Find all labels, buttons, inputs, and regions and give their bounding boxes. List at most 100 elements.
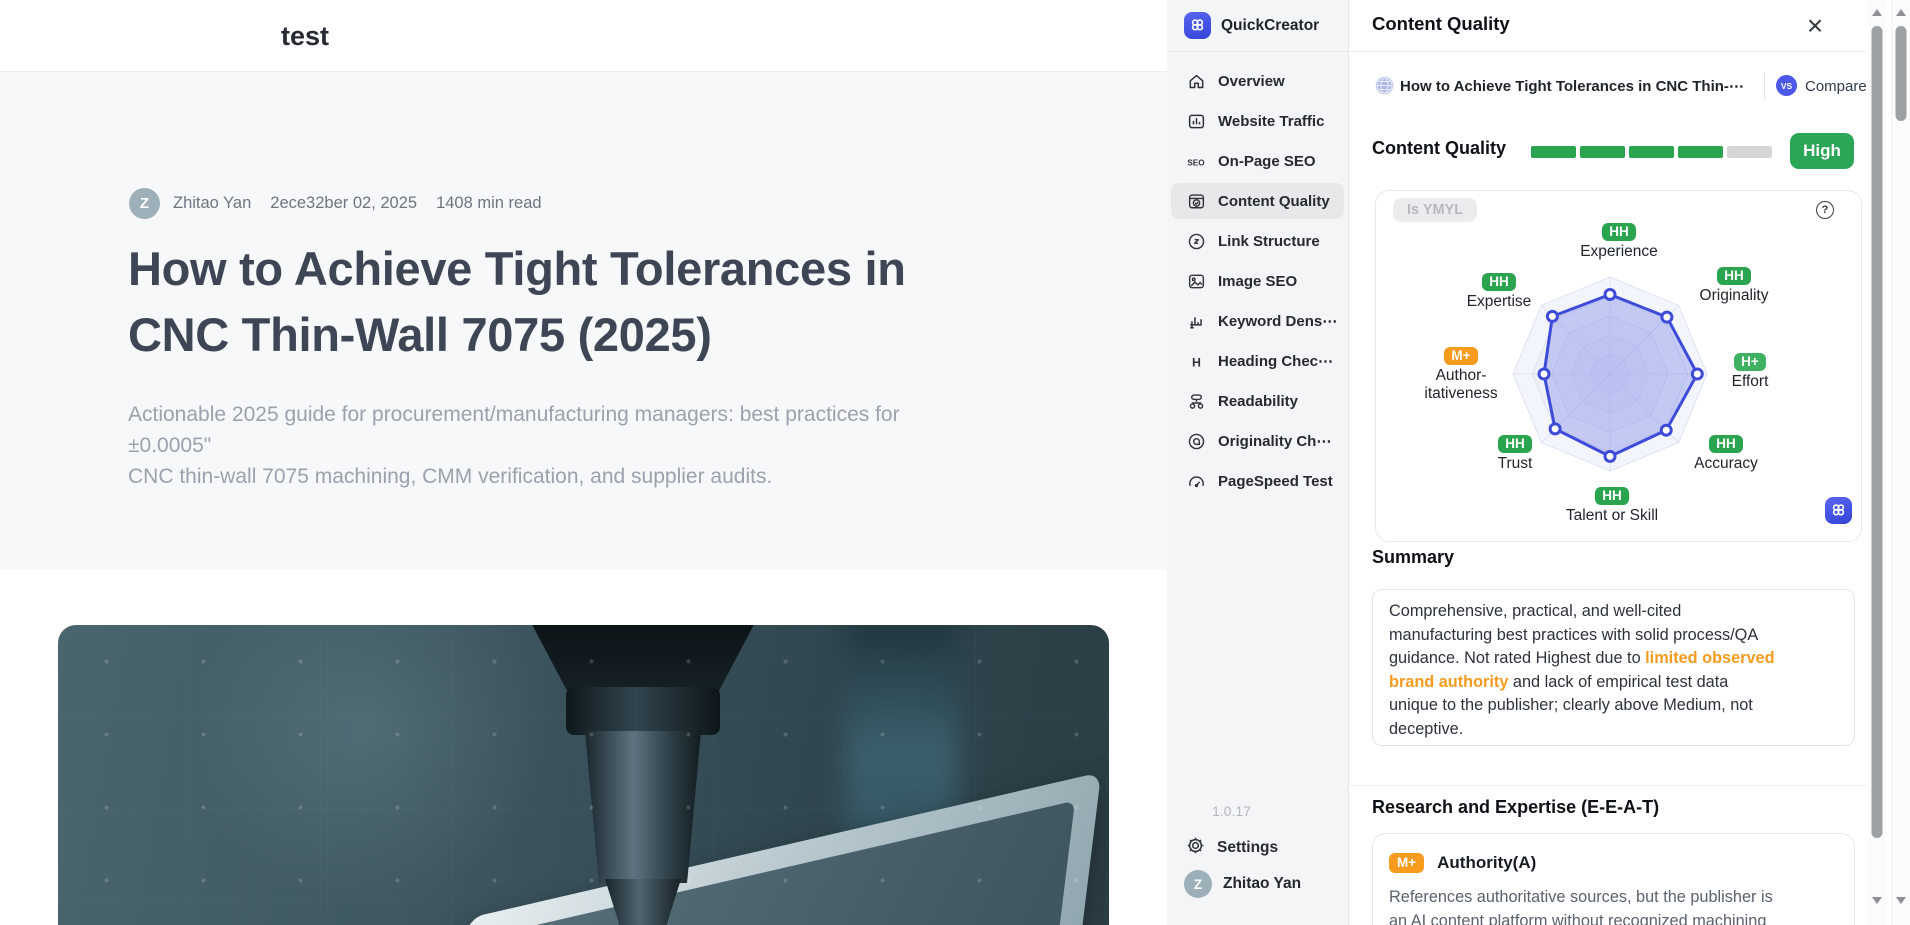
summary-text: Comprehensive, practical, and well-cited… bbox=[1372, 589, 1855, 746]
sidebar-item-image-seo[interactable]: Image SEO bbox=[1167, 261, 1348, 301]
divider bbox=[1764, 72, 1765, 99]
article-title-line: CNC Thin-Wall 7075 (2025) bbox=[128, 302, 1058, 368]
heading-icon: H bbox=[1186, 351, 1206, 371]
sidebar-item-label: On-Page SEO bbox=[1218, 153, 1316, 170]
author-avatar: Z bbox=[129, 188, 160, 219]
score-segment-empty bbox=[1727, 146, 1772, 158]
sidebar-item-readability[interactable]: Readability bbox=[1167, 381, 1348, 421]
settings-label: Settings bbox=[1217, 839, 1278, 857]
panel-scrollbar bbox=[1868, 0, 1886, 925]
version-label: 1.0.17 bbox=[1212, 803, 1251, 819]
sidebar-item-settings[interactable]: Settings bbox=[1186, 836, 1278, 860]
quality-icon bbox=[1186, 191, 1206, 211]
extension-sidebar: QuickCreator OverviewWebsite TrafficSEOO… bbox=[1167, 0, 1349, 925]
panel-header: Content Quality × bbox=[1350, 0, 1866, 52]
article-subtitle: Actionable 2025 guide for procurement/ma… bbox=[128, 399, 988, 492]
site-header: test bbox=[0, 0, 1168, 72]
article-title-line: How to Achieve Tight Tolerances in bbox=[128, 236, 1058, 302]
axis-name: Trust bbox=[1445, 455, 1585, 473]
svg-text:SEO: SEO bbox=[1187, 158, 1205, 167]
score-level-badge: High bbox=[1790, 133, 1854, 169]
sidebar-item-label: Website Traffic bbox=[1218, 113, 1324, 130]
radar-axis-talent-or-skill: HHTalent or Skill bbox=[1542, 487, 1682, 525]
sidebar-item-on-page-seo[interactable]: SEO On-Page SEO bbox=[1167, 141, 1348, 181]
seo-icon: SEO bbox=[1186, 151, 1206, 171]
article-meta: Z Zhitao Yan 2ece32ber 02, 2025 1408 min… bbox=[129, 188, 561, 219]
sidebar-item-originality-ch[interactable]: Originality Ch⋯ bbox=[1167, 421, 1348, 461]
research-heading: Research and Expertise (E-E-A-T) bbox=[1372, 797, 1659, 818]
scroll-down-arrow[interactable] bbox=[1872, 897, 1882, 904]
axis-name: Author- bbox=[1391, 367, 1531, 385]
authority-title: Authority(A) bbox=[1437, 853, 1536, 873]
scroll-up-arrow[interactable] bbox=[1896, 9, 1906, 16]
authority-card: M+ Authority(A) References authoritative… bbox=[1372, 833, 1855, 925]
sidebar-item-content-quality[interactable]: Content Quality bbox=[1167, 181, 1348, 221]
analyzed-article-title: How to Achieve Tight Tolerances in CNC T… bbox=[1400, 77, 1758, 95]
ymyl-badge: Is YMYL bbox=[1393, 198, 1477, 222]
score-segment-filled bbox=[1531, 146, 1576, 158]
scroll-up-arrow[interactable] bbox=[1872, 9, 1882, 16]
axis-name: Expertise bbox=[1429, 293, 1569, 311]
pagespeed-icon bbox=[1186, 471, 1206, 491]
keyword-density-icon bbox=[1186, 311, 1206, 331]
page-scrollbar-thumb[interactable] bbox=[1896, 26, 1907, 121]
radar-axis-effort: H+ Effort bbox=[1680, 353, 1820, 391]
score-segment-filled bbox=[1678, 146, 1723, 158]
sidebar-item-label: Originality Ch⋯ bbox=[1218, 432, 1331, 450]
hero-image bbox=[58, 625, 1109, 925]
svg-text:H: H bbox=[1192, 355, 1201, 369]
rating-badge: H+ bbox=[1734, 353, 1766, 371]
authority-rating-badge: M+ bbox=[1389, 853, 1424, 873]
user-avatar: Z bbox=[1184, 870, 1212, 898]
globe-icon bbox=[1375, 76, 1394, 95]
axis-name: Experience bbox=[1549, 243, 1689, 261]
brand-row: QuickCreator bbox=[1167, 0, 1348, 52]
axis-name: Originality bbox=[1664, 287, 1804, 305]
rating-badge: HH bbox=[1498, 435, 1532, 453]
rating-badge: HH bbox=[1595, 487, 1629, 505]
panel-scrollbar-thumb[interactable] bbox=[1872, 26, 1883, 838]
sidebar-user[interactable]: Z Zhitao Yan bbox=[1184, 870, 1301, 898]
sidebar-item-label: Readability bbox=[1218, 393, 1298, 410]
rating-badge: HH bbox=[1482, 273, 1516, 291]
axis-name: Accuracy bbox=[1656, 455, 1796, 473]
rating-badge: HH bbox=[1602, 223, 1636, 241]
read-time: 1408 min read bbox=[436, 194, 542, 213]
sidebar-item-label: Heading Chec⋯ bbox=[1218, 352, 1333, 370]
sidebar-item-heading-chec[interactable]: H Heading Chec⋯ bbox=[1167, 341, 1348, 381]
section-divider bbox=[1350, 785, 1866, 786]
image-icon bbox=[1186, 271, 1206, 291]
author-name: Zhitao Yan bbox=[173, 194, 251, 213]
scroll-down-arrow[interactable] bbox=[1896, 897, 1906, 904]
site-title: test bbox=[281, 0, 329, 72]
sidebar-item-overview[interactable]: Overview bbox=[1167, 61, 1348, 101]
score-label: Content Quality bbox=[1372, 138, 1506, 159]
sidebar-item-label: PageSpeed Test bbox=[1218, 473, 1333, 490]
radar-axis-accuracy: HHAccuracy bbox=[1656, 435, 1796, 473]
authority-text: References authoritative sources, but th… bbox=[1389, 885, 1838, 925]
sidebar-item-pagespeed-test[interactable]: PageSpeed Test bbox=[1167, 461, 1348, 501]
help-icon[interactable]: ? bbox=[1816, 201, 1834, 219]
content-quality-panel: Content Quality × How to Achieve Tight T… bbox=[1350, 0, 1866, 925]
traffic-icon bbox=[1186, 111, 1206, 131]
quickcreator-watermark-icon bbox=[1825, 497, 1852, 524]
home-icon bbox=[1186, 71, 1206, 91]
sidebar-nav: Overview Website Traffic SEO On-Page SEO Con… bbox=[1167, 52, 1348, 501]
compare-button[interactable]: Compare bbox=[1805, 78, 1867, 95]
radar-axis-experience: HH Experience bbox=[1549, 223, 1689, 261]
axis-name: Effort bbox=[1680, 373, 1820, 391]
score-bars bbox=[1531, 146, 1772, 158]
sidebar-item-website-traffic[interactable]: Website Traffic bbox=[1167, 101, 1348, 141]
close-icon[interactable]: × bbox=[1800, 6, 1830, 46]
radar-axis-trust: HH Trust bbox=[1445, 435, 1585, 473]
radar-card: Is YMYL ? HHExperienceHHOriginalityH+Eff… bbox=[1375, 190, 1862, 542]
sidebar-item-label: Link Structure bbox=[1218, 233, 1320, 250]
score-segment-filled bbox=[1580, 146, 1625, 158]
radar-axis-originality: HHOriginality bbox=[1664, 267, 1804, 305]
article-page: test Z Zhitao Yan 2ece32ber 02, 2025 140… bbox=[0, 0, 1168, 925]
sidebar-item-label: Content Quality bbox=[1218, 193, 1330, 210]
sidebar-item-link-structure[interactable]: Link Structure bbox=[1167, 221, 1348, 261]
vs-icon[interactable]: VS bbox=[1776, 75, 1797, 96]
sidebar-item-keyword-dens[interactable]: Keyword Dens⋯ bbox=[1167, 301, 1348, 341]
link-icon bbox=[1186, 231, 1206, 251]
